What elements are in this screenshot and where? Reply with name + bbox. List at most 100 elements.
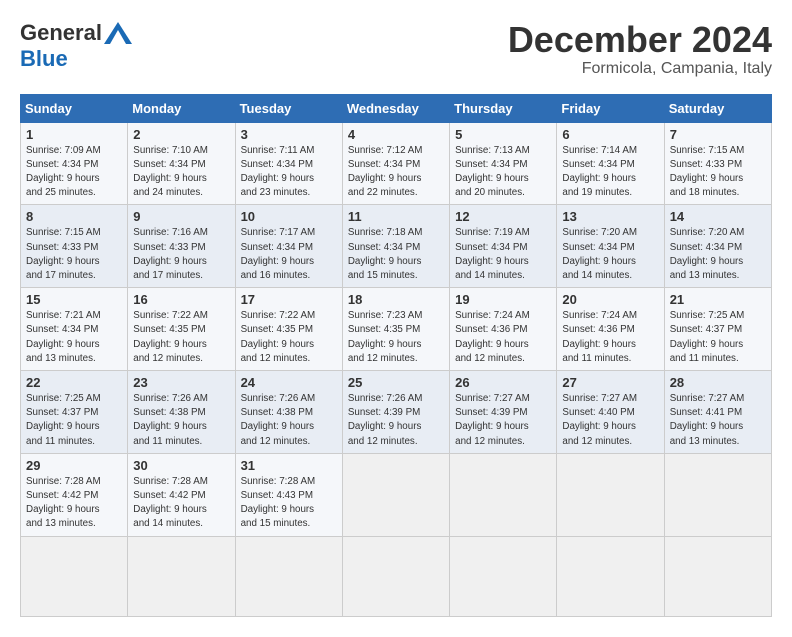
day-number: 2: [133, 127, 229, 142]
calendar-day-cell: 27Sunrise: 7:27 AMSunset: 4:40 PMDayligh…: [557, 371, 664, 454]
calendar-day-cell: 12 Sunrise: 7:19 AMSunset: 4:34 PMDayligh…: [450, 205, 557, 288]
calendar-day-cell: [21, 536, 128, 616]
calendar-day-cell: 11Sunrise: 7:18 AMSunset: 4:34 PMDayligh…: [342, 205, 449, 288]
calendar-day-cell: [342, 536, 449, 616]
calendar-day-cell: [557, 536, 664, 616]
col-tuesday: Tuesday: [235, 94, 342, 122]
day-number: 28: [670, 375, 766, 390]
page-header: General Blue December 2024 Formicola, Ca…: [20, 20, 772, 78]
calendar-week-row: 8Sunrise: 7:15 AMSunset: 4:33 PMDaylight…: [21, 205, 772, 288]
calendar-week-row: 15 Sunrise: 7:21 AMSunset: 4:34 PMDayligh…: [21, 288, 772, 371]
day-info: Sunrise: 7:28 AMSunset: 4:42 PMDaylight:…: [133, 476, 208, 530]
day-info: Sunrise: 7:14 AMSunset: 4:34 PMDaylight:…: [562, 145, 637, 199]
calendar-day-cell: 25Sunrise: 7:26 AMSunset: 4:39 PMDayligh…: [342, 371, 449, 454]
calendar-day-cell: 28 Sunrise: 7:27 AMSunset: 4:41 PMDayligh…: [664, 371, 771, 454]
calendar-day-cell: 6 Sunrise: 7:14 AMSunset: 4:34 PMDaylight…: [557, 122, 664, 205]
day-number: 7: [670, 127, 766, 142]
day-info: Sunrise: 7:13 AMSunset: 4:34 PMDaylight:…: [455, 145, 530, 199]
logo-general-text: General: [20, 20, 102, 46]
day-number: 3: [241, 127, 337, 142]
day-info: Sunrise: 7:27 AMSunset: 4:39 PMDaylight:…: [455, 393, 530, 447]
calendar-day-cell: 30 Sunrise: 7:28 AMSunset: 4:42 PMDayligh…: [128, 453, 235, 536]
calendar-week-row: 1 Sunrise: 7:09 AMSunset: 4:34 PMDaylight…: [21, 122, 772, 205]
calendar-week-row: [21, 536, 772, 616]
day-info: Sunrise: 7:24 AMSunset: 4:36 PMDaylight:…: [562, 310, 637, 364]
day-number: 30: [133, 458, 229, 473]
calendar-day-cell: [235, 536, 342, 616]
title-section: December 2024 Formicola, Campania, Italy: [508, 20, 772, 78]
day-info: Sunrise: 7:23 AMSunset: 4:35 PMDaylight:…: [348, 310, 423, 364]
calendar-week-row: 22Sunrise: 7:25 AMSunset: 4:37 PMDayligh…: [21, 371, 772, 454]
calendar-day-cell: 5Sunrise: 7:13 AMSunset: 4:34 PMDaylight…: [450, 122, 557, 205]
day-number: 14: [670, 209, 766, 224]
day-number: 1: [26, 127, 122, 142]
day-info: Sunrise: 7:20 AMSunset: 4:34 PMDaylight:…: [670, 227, 745, 281]
day-info: Sunrise: 7:28 AMSunset: 4:42 PMDaylight:…: [26, 476, 101, 530]
day-info: Sunrise: 7:09 AMSunset: 4:34 PMDaylight:…: [26, 145, 101, 199]
day-number: 23: [133, 375, 229, 390]
day-number: 24: [241, 375, 337, 390]
day-number: 16: [133, 292, 229, 307]
calendar-day-cell: 2Sunrise: 7:10 AMSunset: 4:34 PMDaylight…: [128, 122, 235, 205]
calendar-day-cell: 26 Sunrise: 7:27 AMSunset: 4:39 PMDayligh…: [450, 371, 557, 454]
calendar-day-cell: 13Sunrise: 7:20 AMSunset: 4:34 PMDayligh…: [557, 205, 664, 288]
day-info: Sunrise: 7:11 AMSunset: 4:34 PMDaylight:…: [241, 145, 315, 199]
day-number: 26: [455, 375, 551, 390]
calendar-day-cell: [128, 536, 235, 616]
calendar-day-cell: 1 Sunrise: 7:09 AMSunset: 4:34 PMDaylight…: [21, 122, 128, 205]
calendar-header-row: Sunday Monday Tuesday Wednesday Thursday…: [21, 94, 772, 122]
calendar-day-cell: 8Sunrise: 7:15 AMSunset: 4:33 PMDaylight…: [21, 205, 128, 288]
calendar-day-cell: 3 Sunrise: 7:11 AMSunset: 4:34 PMDaylight…: [235, 122, 342, 205]
day-info: Sunrise: 7:21 AMSunset: 4:34 PMDaylight:…: [26, 310, 101, 364]
day-info: Sunrise: 7:18 AMSunset: 4:34 PMDaylight:…: [348, 227, 423, 281]
day-info: Sunrise: 7:22 AMSunset: 4:35 PMDaylight:…: [133, 310, 208, 364]
day-info: Sunrise: 7:16 AMSunset: 4:33 PMDaylight:…: [133, 227, 208, 281]
col-wednesday: Wednesday: [342, 94, 449, 122]
day-number: 20: [562, 292, 658, 307]
day-number: 12: [455, 209, 551, 224]
calendar-day-cell: 22Sunrise: 7:25 AMSunset: 4:37 PMDayligh…: [21, 371, 128, 454]
day-info: Sunrise: 7:19 AMSunset: 4:34 PMDaylight:…: [455, 227, 530, 281]
calendar-day-cell: [450, 536, 557, 616]
day-info: Sunrise: 7:20 AMSunset: 4:34 PMDaylight:…: [562, 227, 637, 281]
calendar-table: Sunday Monday Tuesday Wednesday Thursday…: [20, 94, 772, 617]
day-number: 22: [26, 375, 122, 390]
day-number: 15: [26, 292, 122, 307]
day-info: Sunrise: 7:24 AMSunset: 4:36 PMDaylight:…: [455, 310, 530, 364]
day-info: Sunrise: 7:12 AMSunset: 4:34 PMDaylight:…: [348, 145, 423, 199]
logo-blue-text: Blue: [20, 46, 68, 71]
calendar-day-cell: 20 Sunrise: 7:24 AMSunset: 4:36 PMDayligh…: [557, 288, 664, 371]
day-info: Sunrise: 7:27 AMSunset: 4:40 PMDaylight:…: [562, 393, 637, 447]
calendar-day-cell: [557, 453, 664, 536]
col-sunday: Sunday: [21, 94, 128, 122]
calendar-day-cell: 16 Sunrise: 7:22 AMSunset: 4:35 PMDayligh…: [128, 288, 235, 371]
day-number: 9: [133, 209, 229, 224]
day-number: 4: [348, 127, 444, 142]
location: Formicola, Campania, Italy: [508, 60, 772, 78]
day-number: 10: [241, 209, 337, 224]
col-friday: Friday: [557, 94, 664, 122]
day-info: Sunrise: 7:26 AMSunset: 4:39 PMDaylight:…: [348, 393, 423, 447]
calendar-day-cell: [664, 536, 771, 616]
day-number: 6: [562, 127, 658, 142]
day-number: 19: [455, 292, 551, 307]
col-saturday: Saturday: [664, 94, 771, 122]
day-number: 31: [241, 458, 337, 473]
calendar-day-cell: 14 Sunrise: 7:20 AMSunset: 4:34 PMDayligh…: [664, 205, 771, 288]
day-info: Sunrise: 7:25 AMSunset: 4:37 PMDaylight:…: [670, 310, 745, 364]
calendar-week-row: 29 Sunrise: 7:28 AMSunset: 4:42 PMDayligh…: [21, 453, 772, 536]
calendar-day-cell: 18Sunrise: 7:23 AMSunset: 4:35 PMDayligh…: [342, 288, 449, 371]
calendar-day-cell: 10Sunrise: 7:17 AMSunset: 4:34 PMDayligh…: [235, 205, 342, 288]
day-number: 17: [241, 292, 337, 307]
day-number: 8: [26, 209, 122, 224]
calendar-day-cell: 21Sunrise: 7:25 AMSunset: 4:37 PMDayligh…: [664, 288, 771, 371]
col-thursday: Thursday: [450, 94, 557, 122]
calendar-day-cell: 4 Sunrise: 7:12 AMSunset: 4:34 PMDaylight…: [342, 122, 449, 205]
day-number: 29: [26, 458, 122, 473]
month-title: December 2024: [508, 20, 772, 60]
col-monday: Monday: [128, 94, 235, 122]
calendar-day-cell: 19 Sunrise: 7:24 AMSunset: 4:36 PMDayligh…: [450, 288, 557, 371]
day-info: Sunrise: 7:26 AMSunset: 4:38 PMDaylight:…: [241, 393, 316, 447]
calendar-day-cell: [450, 453, 557, 536]
day-info: Sunrise: 7:27 AMSunset: 4:41 PMDaylight:…: [670, 393, 745, 447]
